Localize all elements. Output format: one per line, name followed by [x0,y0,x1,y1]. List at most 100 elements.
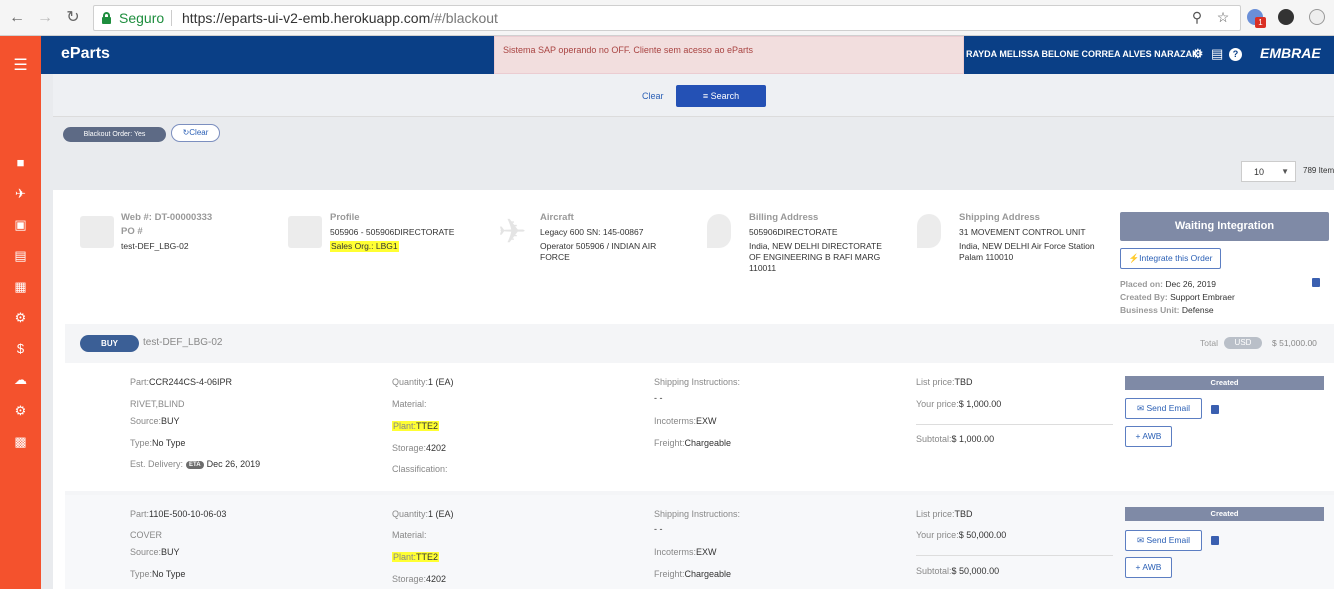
type: Type:No Type [130,438,185,448]
zoom-icon[interactable]: ⚲ [1188,9,1206,26]
plant-value: TTE2 [416,421,439,431]
shipping-line3: Palam 110010 [959,252,1014,262]
cloud-icon[interactable]: ☁ [11,372,30,388]
hamburger-menu-icon[interactable]: ☰ [11,58,30,74]
billing-line1: 505906DIRECTORATE [749,227,838,237]
items-count: 789 Items [1303,166,1334,175]
part: Part:CCR244CS-4-06IPR [130,377,232,387]
book-icon[interactable] [1211,405,1219,414]
url-text[interactable]: https://eparts-ui-v2-emb.herokuapp.com/#… [182,10,498,26]
filter-chip-blackout[interactable]: Blackout Order: Yes [63,127,166,142]
source-value: BUY [161,416,180,426]
envelope-icon: ✉ [1137,535,1147,545]
settings-gear-icon[interactable]: ⚙ [1192,46,1204,62]
incoterms: Incoterms:EXW [654,416,717,426]
url-host: https://eparts-ui-v2-emb.herokuapp.com [182,10,431,26]
secure-label: Seguro [119,10,165,26]
help-icon[interactable]: ? [1229,48,1242,61]
freight: Freight:Chargeable [654,569,731,579]
group-name: test-DEF_LBG-02 [143,337,223,348]
send-email-label: Send Email [1146,535,1190,545]
po-value: test-DEF_LBG-02 [121,241,189,251]
incoterms-value: EXW [696,416,717,426]
search-button[interactable]: ≡ Search [676,85,766,107]
clear-search-link[interactable]: Clear [642,91,664,101]
bu-value: Defense [1181,305,1214,315]
created-label: Created By: [1120,292,1168,302]
your-price-value: $ 1,000.00 [958,399,1002,409]
incoterms: Incoterms:EXW [654,547,717,557]
dollar-icon[interactable]: $ [11,341,30,357]
profile-value: 505906 - 505906DIRECTORATE [330,227,455,237]
storage-value: 4202 [426,443,447,453]
caret-down-icon: ▼ [1281,167,1289,176]
extension-shield-icon[interactable] [1278,9,1294,25]
bar-chart-icon[interactable]: ▩ [11,434,30,450]
url-path: /#/blackout [430,10,498,26]
embraer-logo: EMBRAE [1260,45,1321,61]
price-divider [916,424,1113,425]
billing-line2: India, NEW DELHI DIRECTORATE [749,241,882,251]
document-icon[interactable]: ▤ [11,248,30,264]
status-badge: Created [1125,507,1324,521]
subtotal-value: $ 1,000.00 [951,434,995,444]
freight-label: Freight: [654,438,685,448]
your-price-label: Your price: [916,399,959,409]
inbox-icon [80,216,114,248]
waiting-integration-button[interactable]: Waiting Integration [1120,212,1329,241]
add-awb-button[interactable]: + AWB [1125,557,1172,578]
eta-badge: ETA [186,460,204,469]
back-icon[interactable]: ← [6,7,28,29]
book-icon[interactable] [1312,278,1320,287]
truck-icon[interactable]: ■ [11,155,30,171]
clear-filters-button[interactable]: ↻Clear [171,124,220,142]
address-bar[interactable]: Seguro https://eparts-ui-v2-emb.herokuap… [93,5,1241,31]
book-icon[interactable] [1211,536,1219,545]
source-label: Source: [130,547,162,557]
package-icon[interactable]: ▦ [11,279,30,295]
shipping-instructions-value: - - [654,524,663,534]
shipping-instructions-label: Shipping Instructions: [654,377,741,387]
envelope-icon: ✉ [1137,403,1147,413]
web-number: Web #: DT-00000333 [121,212,213,223]
bu-label: Business Unit: [1120,305,1180,315]
search-button-label: Search [710,91,740,101]
incoterms-label: Incoterms: [654,547,697,557]
forward-icon[interactable]: → [34,7,56,29]
send-email-button[interactable]: ✉ Send Email [1125,530,1202,551]
freight-value: Chargeable [684,438,732,448]
document-icon[interactable]: ▤ [1211,46,1223,62]
qty-value: 1 (EA) [428,509,454,519]
gears-icon[interactable]: ⚙ [11,403,30,419]
brand-title[interactable]: eParts [61,45,110,63]
profile-label: Profile [330,212,360,223]
send-email-button[interactable]: ✉ Send Email [1125,398,1202,419]
shipping-label: Shipping Address [959,212,1040,223]
freight: Freight:Chargeable [654,438,731,448]
qty-value: 1 (EA) [428,377,454,387]
page-size-select[interactable]: 10 ▼ [1241,161,1296,182]
delivery-value: Dec 26, 2019 [206,459,261,469]
plant: Plant:TTE2 [392,421,440,431]
list-price-label: List price: [916,509,955,519]
reload-icon[interactable]: ↻ [62,7,84,29]
integrate-order-button[interactable]: ⚡Integrate this Order [1120,248,1221,269]
type-value: No Type [152,438,186,448]
airplane-icon[interactable]: ✈ [11,186,30,202]
cart-icon[interactable]: ▣ [11,217,30,233]
user-name[interactable]: RAYDA MELISSA BELONE CORREA ALVES NARAZA… [966,49,1201,59]
bookmark-star-icon[interactable]: ☆ [1214,9,1232,26]
quantity: Quantity:1 (EA) [392,509,454,519]
aircraft-value: Legacy 600 SN: 145-00867 [540,227,644,237]
bolt-icon: ⚡ [1128,253,1140,263]
incoterms-value: EXW [696,547,717,557]
billing-line4: 110011 [749,263,777,273]
wrench-gear-icon[interactable]: ⚙ [11,310,30,326]
incoterms-label: Incoterms: [654,416,697,426]
part-label: Part: [130,509,150,519]
list-price-value: TBD [954,377,973,387]
extension-code-icon[interactable] [1309,9,1325,25]
qty-label: Quantity: [392,377,429,387]
add-awb-button[interactable]: + AWB [1125,426,1172,447]
status-badge: Created [1125,376,1324,390]
